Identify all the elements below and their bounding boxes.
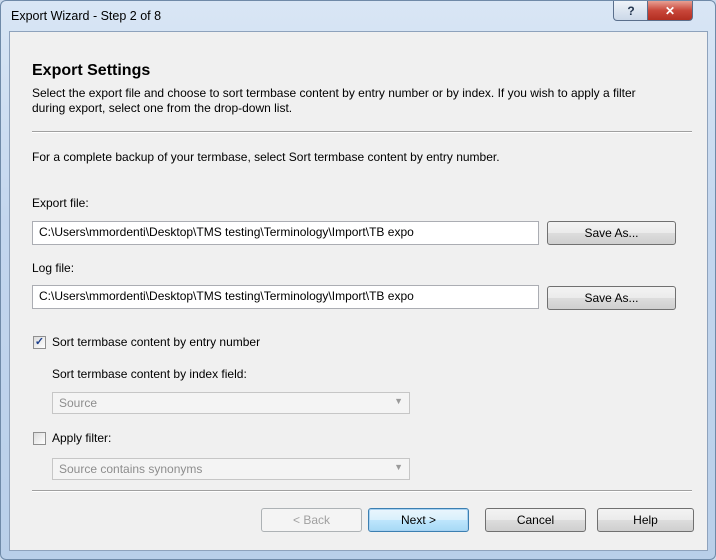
chevron-down-icon: ▼ <box>394 462 403 472</box>
next-label: Next > <box>400 513 436 527</box>
page-title: Export Settings <box>32 62 151 79</box>
sort-by-entry-checkbox[interactable]: ✓ <box>33 336 46 349</box>
log-save-as-label: Save As... <box>584 291 639 305</box>
export-file-label: Export file: <box>32 196 89 210</box>
log-save-as-button[interactable]: Save As... <box>547 286 676 310</box>
cancel-button[interactable]: Cancel <box>485 508 586 532</box>
sort-index-field-value: Source <box>59 396 98 410</box>
sort-index-field-select: Source ▼ <box>52 392 410 414</box>
page-description: Select the export file and choose to sor… <box>32 86 636 115</box>
export-save-as-label: Save As... <box>584 226 639 240</box>
help-title-button[interactable]: ? <box>613 1 649 21</box>
window-title: Export Wizard - Step 2 of 8 <box>11 9 162 23</box>
export-save-as-button[interactable]: Save As... <box>547 221 676 245</box>
log-file-label: Log file: <box>32 261 75 275</box>
sort-by-index-label: Sort termbase content by index field: <box>52 367 247 381</box>
check-icon: ✓ <box>34 336 45 348</box>
info-text: For a complete backup of your termbase, … <box>32 150 500 164</box>
close-button[interactable]: ✕ <box>647 1 693 21</box>
close-icon: ✕ <box>664 3 676 18</box>
log-file-input[interactable]: C:\Users\mmordenti\Desktop\TMS testing\T… <box>32 285 539 309</box>
footer-divider <box>32 490 692 492</box>
next-button[interactable]: Next > <box>368 508 469 532</box>
cancel-label: Cancel <box>516 513 555 527</box>
back-label: < Back <box>292 513 331 527</box>
export-file-input[interactable]: C:\Users\mmordenti\Desktop\TMS testing\T… <box>32 221 539 245</box>
back-button[interactable]: < Back <box>261 508 362 532</box>
header-divider <box>32 131 692 133</box>
help-button[interactable]: Help <box>597 508 694 532</box>
filter-select-value: Source contains synonyms <box>59 462 203 476</box>
chevron-down-icon: ▼ <box>394 396 403 406</box>
apply-filter-checkbox[interactable] <box>33 432 46 445</box>
title-bar[interactable]: Export Wizard - Step 2 of 8 ? ✕ <box>1 1 715 31</box>
filter-select: Source contains synonyms ▼ <box>52 458 410 480</box>
help-label: Help <box>633 513 658 527</box>
question-icon: ? <box>627 3 635 18</box>
apply-filter-label[interactable]: Apply filter: <box>52 431 111 445</box>
sort-by-entry-label[interactable]: Sort termbase content by entry number <box>52 335 260 349</box>
